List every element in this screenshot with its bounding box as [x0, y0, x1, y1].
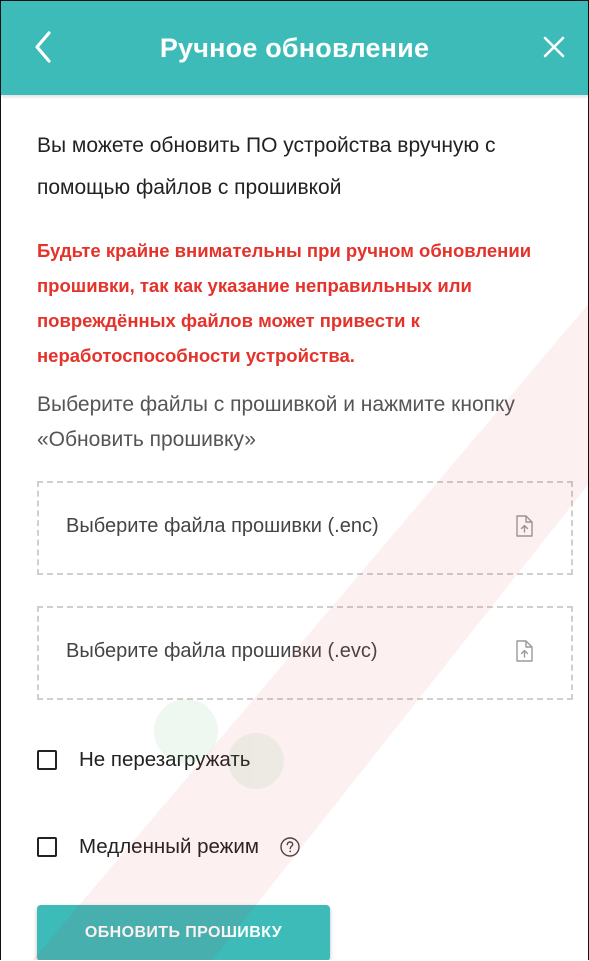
slow-mode-checkbox[interactable]	[37, 837, 57, 857]
slow-mode-label: Медленный режим	[79, 835, 259, 858]
file-input-evc-placeholder: Выберите файла прошивки (.evc)	[66, 640, 378, 662]
no-reboot-label: Не перезагружать	[79, 748, 251, 771]
header-bar: Ручное обновление	[1, 1, 588, 95]
file-upload-icon	[516, 515, 533, 537]
slow-mode-option[interactable]: Медленный режим	[37, 832, 301, 862]
close-icon	[543, 36, 565, 58]
file-input-enc[interactable]: Выберите файла прошивки (.enc)	[37, 481, 573, 575]
file-upload-icon	[516, 640, 533, 662]
page-title: Ручное обновление	[159, 33, 430, 63]
update-firmware-button[interactable]: ОБНОВИТЬ ПРОШИВКУ	[37, 905, 330, 960]
no-reboot-option[interactable]: Не перезагружать	[37, 745, 250, 775]
warning-text: Будьте крайне внимательны при ручном обн…	[37, 240, 532, 366]
close-button[interactable]	[534, 27, 574, 67]
instructions-text: Выберите файлы с прошивкой и нажмите кно…	[37, 393, 515, 451]
help-circle-icon[interactable]	[279, 836, 301, 858]
intro-text: Вы можете обновить ПО устройства вручную…	[37, 134, 496, 199]
no-reboot-checkbox[interactable]	[37, 750, 57, 770]
file-input-evc[interactable]: Выберите файла прошивки (.evc)	[37, 606, 573, 700]
file-input-enc-placeholder: Выберите файла прошивки (.enc)	[66, 515, 379, 537]
firmware-update-panel: Ручное обновление Вы можете обновить ПО …	[0, 0, 589, 960]
